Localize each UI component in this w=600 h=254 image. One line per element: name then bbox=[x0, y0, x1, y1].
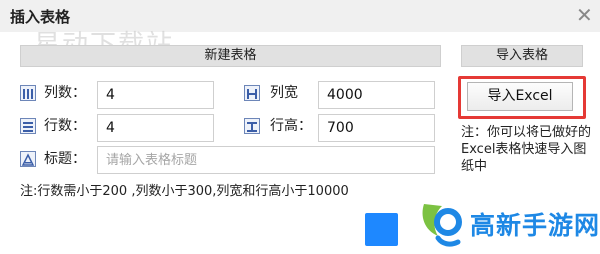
title-label: 标题： bbox=[44, 151, 86, 167]
limits-note: 注:行数需小于200 ,列数小于300,列宽和行高小于10000 bbox=[20, 184, 349, 199]
rows-label: 行数： bbox=[44, 118, 86, 134]
row-height-label: 行高： bbox=[270, 118, 312, 134]
row-height-icon bbox=[244, 118, 260, 134]
column-width-label: 列宽 bbox=[270, 85, 298, 101]
columns-label: 列数： bbox=[44, 85, 86, 101]
column-width-input[interactable]: 4000 bbox=[318, 81, 435, 109]
import-note: 注：你可以将已做好的Excel表格快速导入图纸中 bbox=[461, 125, 592, 174]
rows-input[interactable]: 4 bbox=[97, 114, 214, 142]
import-table-header: 导入表格 bbox=[461, 45, 583, 67]
column-width-icon bbox=[244, 85, 260, 101]
rows-icon bbox=[20, 118, 36, 134]
import-excel-button[interactable]: 导入Excel bbox=[467, 82, 573, 111]
title-icon bbox=[20, 151, 36, 167]
create-table-header: 新建表格 bbox=[20, 45, 441, 67]
columns-icon bbox=[20, 85, 36, 101]
table-title-placeholder: 请输入表格标题 bbox=[106, 153, 198, 168]
confirm-button[interactable] bbox=[365, 213, 398, 246]
table-title-input[interactable]: 请输入表格标题 bbox=[97, 146, 435, 174]
row-height-input[interactable]: 700 bbox=[318, 114, 435, 142]
close-icon[interactable]: ✕ bbox=[576, 3, 593, 27]
logo-icon bbox=[414, 198, 466, 250]
logo-text: 高新手游网 bbox=[470, 211, 600, 240]
columns-input[interactable]: 4 bbox=[97, 81, 214, 109]
